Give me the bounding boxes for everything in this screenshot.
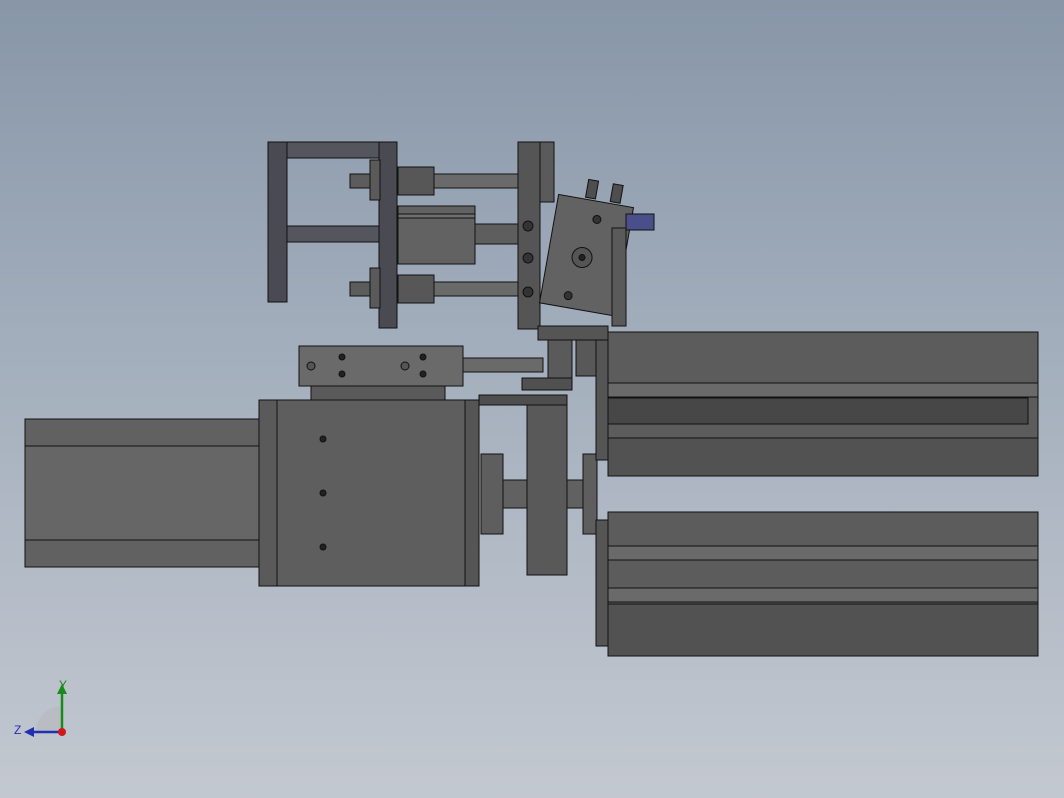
y-axis-label: Y <box>59 678 67 692</box>
linear-actuator-upper[interactable] <box>595 331 1039 477</box>
blue-sensor-block[interactable] <box>625 213 655 231</box>
graphics-viewport[interactable]: Y Z <box>0 0 1064 798</box>
shaft-coupling[interactable] <box>478 394 598 576</box>
slide-block[interactable] <box>298 345 544 401</box>
upper-left-frame[interactable] <box>267 141 398 329</box>
servo-motor[interactable] <box>24 399 480 587</box>
axis-triad: Y Z <box>14 678 67 737</box>
origin-icon <box>58 728 66 736</box>
z-axis-label: Z <box>14 723 21 737</box>
cad-model[interactable] <box>0 0 1064 798</box>
linear-actuator-lower[interactable] <box>595 511 1039 657</box>
